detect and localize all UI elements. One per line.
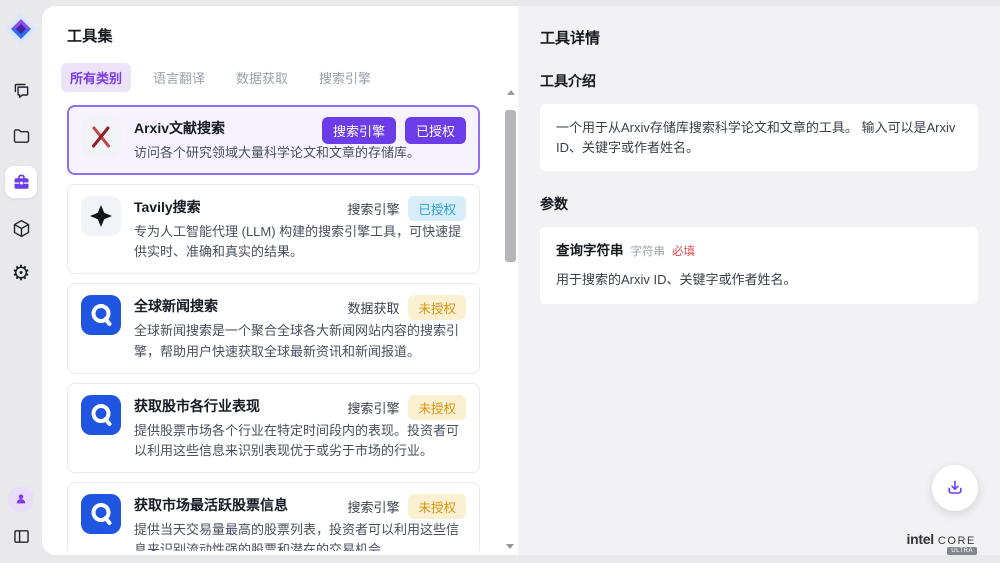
scroll-up-arrow-icon[interactable]: [507, 90, 515, 95]
quark-icon: [81, 494, 121, 534]
intro-heading: 工具介绍: [540, 71, 978, 91]
tool-auth-badge: 已授权: [405, 117, 466, 144]
sidebar: ⚙: [0, 0, 42, 563]
tool-description: 提供股票市场各个行业在特定时间段内的表现。投资者可以利用这些信息来识别表现优于或…: [134, 421, 466, 461]
sidebar-nav: ⚙: [5, 76, 37, 288]
params-heading: 参数: [540, 194, 978, 214]
param-type: 字符串: [631, 244, 666, 261]
user-avatar[interactable]: [8, 486, 34, 512]
quark-icon: [81, 295, 121, 335]
main-window: 工具集 所有类别 语言翻译 数据获取 搜索引擎 Arxiv文献搜索 访问各个研究…: [42, 6, 1000, 555]
tool-tags: 搜索引擎 已授权: [347, 196, 466, 221]
toolbox-icon[interactable]: [5, 166, 37, 198]
tool-description: 专为人工智能代理 (LLM) 构建的搜索引擎工具，可快速提供实时、准确和真实的结…: [134, 222, 466, 262]
tool-auth-badge: 已授权: [408, 196, 466, 221]
sidebar-bottom: [6, 486, 36, 551]
intel-core-logo: intel core ultra: [907, 531, 976, 547]
intro-box: 一个用于从Arxiv存储库搜索科学论文和文章的工具。 输入可以是Arxiv ID…: [540, 104, 978, 171]
scroll-down-arrow-icon[interactable]: [506, 544, 514, 549]
arxiv-icon: [81, 117, 121, 157]
param-required-badge: 必填: [672, 244, 695, 261]
cube-icon[interactable]: [6, 213, 36, 243]
scrollbar: [504, 88, 517, 551]
tool-list-panel: 工具集 所有类别 语言翻译 数据获取 搜索引擎 Arxiv文献搜索 访问各个研究…: [42, 6, 518, 555]
tool-tags: 搜索引擎 未授权: [347, 494, 466, 519]
scrollbar-thumb[interactable]: [505, 110, 516, 262]
tool-card[interactable]: 获取股市各行业表现 提供股票市场各个行业在特定时间段内的表现。投资者可以利用这些…: [67, 383, 480, 473]
chat-icon[interactable]: [6, 76, 36, 106]
app-logo-gem-icon: [4, 12, 38, 46]
panel-toggle-icon[interactable]: [6, 521, 36, 551]
intel-wordmark: intel: [907, 531, 934, 547]
param-description: 用于搜索的Arxiv ID、关键字或作者姓名。: [556, 270, 962, 290]
download-button[interactable]: [932, 465, 978, 511]
tool-category-badge: 搜索引擎: [347, 497, 399, 516]
avatar: [8, 486, 34, 512]
tool-description: 提供当天交易量最高的股票列表，投资者可以利用这些信息来识别流动性强的股票和潜在的…: [134, 520, 466, 551]
tool-card[interactable]: Tavily搜索 专为人工智能代理 (LLM) 构建的搜索引擎工具，可快速提供实…: [67, 184, 480, 274]
quark-icon: [81, 395, 121, 435]
param-box: 查询字符串 字符串 必填 用于搜索的Arxiv ID、关键字或作者姓名。: [540, 227, 978, 304]
tool-auth-badge: 未授权: [408, 395, 466, 420]
tool-card[interactable]: Arxiv文献搜索 访问各个研究领域大量科学论文和文章的存储库。 搜索引擎 已授…: [67, 105, 480, 175]
tool-card[interactable]: 全球新闻搜索 全球新闻搜索是一个聚合全球各大新闻网站内容的搜索引擎，帮助用户快速…: [67, 283, 480, 373]
tool-card[interactable]: 获取市场最活跃股票信息 提供当天交易量最高的股票列表，投资者可以利用这些信息来识…: [67, 482, 480, 551]
detail-title: 工具详情: [540, 27, 978, 48]
category-tab[interactable]: 所有类别: [61, 63, 131, 92]
download-icon: [945, 478, 965, 498]
param-head: 查询字符串 字符串 必填: [556, 241, 962, 261]
page-title: 工具集: [67, 25, 518, 46]
category-tab[interactable]: 语言翻译: [144, 63, 214, 92]
param-name: 查询字符串: [556, 241, 624, 261]
tool-category-badge: 搜索引擎: [322, 117, 396, 144]
tool-description: 全球新闻搜索是一个聚合全球各大新闻网站内容的搜索引擎，帮助用户快速获取全球最新资…: [134, 321, 466, 361]
tool-auth-badge: 未授权: [408, 494, 466, 519]
tool-tags: 搜索引擎 未授权: [347, 395, 466, 420]
tool-tags: 搜索引擎 已授权: [322, 117, 466, 144]
category-tab[interactable]: 数据获取: [227, 63, 297, 92]
tool-detail-panel: 工具详情 工具介绍 一个用于从Arxiv存储库搜索科学论文和文章的工具。 输入可…: [518, 6, 1000, 555]
tool-category-badge: 搜索引擎: [347, 199, 399, 218]
category-tab[interactable]: 搜索引擎: [310, 63, 380, 92]
core-wordmark: core: [938, 535, 976, 547]
settings-gear-icon[interactable]: ⚙: [6, 258, 36, 288]
tool-category-badge: 搜索引擎: [347, 398, 399, 417]
folder-icon[interactable]: [6, 121, 36, 151]
tavily-icon: [81, 196, 121, 236]
tool-tags: 数据获取 未授权: [347, 295, 466, 320]
tool-list: Arxiv文献搜索 访问各个研究领域大量科学论文和文章的存储库。 搜索引擎 已授…: [67, 105, 518, 551]
tool-description: 访问各个研究领域大量科学论文和文章的存储库。: [134, 143, 420, 163]
ultra-badge: ultra: [947, 547, 977, 555]
tool-auth-badge: 未授权: [408, 295, 466, 320]
category-tabs: 所有类别 语言翻译 数据获取 搜索引擎: [61, 63, 518, 92]
tool-category-badge: 数据获取: [347, 298, 399, 317]
